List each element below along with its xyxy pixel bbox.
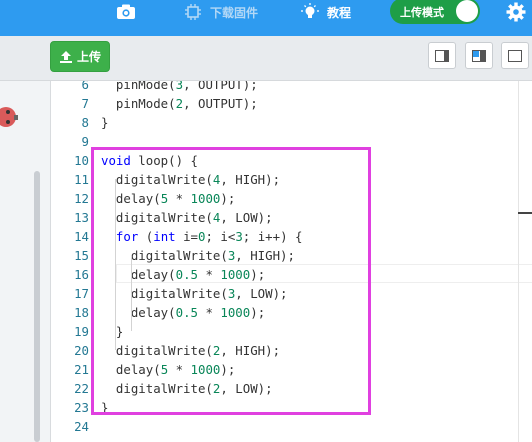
- camera-button[interactable]: [116, 0, 136, 24]
- line-number: 7: [81, 96, 89, 111]
- sprite-icon[interactable]: [0, 105, 20, 138]
- line-number: 18: [74, 305, 89, 320]
- tutorial-button[interactable]: 教程: [301, 0, 351, 24]
- line-number: 13: [74, 210, 89, 225]
- left-panel-scrollbar[interactable]: [34, 171, 40, 442]
- lightbulb-icon: [301, 3, 319, 21]
- line-number: 16: [74, 267, 89, 282]
- line-number: 21: [74, 362, 89, 377]
- line-number: 8: [81, 115, 89, 130]
- layout-right-panel-icon: [435, 49, 449, 62]
- line-number: 10: [74, 153, 89, 168]
- upload-icon: [59, 50, 73, 64]
- loop-function-highlight-box: [91, 147, 371, 415]
- gear-icon: [506, 2, 526, 22]
- layout-full-icon: [508, 49, 522, 62]
- line-number: 22: [74, 381, 89, 396]
- line-number: 24: [74, 419, 89, 434]
- code-editor[interactable]: 6 7 8 9 10 11 12 13 14 15 16 17 18 19 20 21 22 23 24 pinMo…: [51, 81, 532, 442]
- line-number: 19: [74, 324, 89, 339]
- line-number: 12: [74, 191, 89, 206]
- line-number: 14: [74, 229, 89, 244]
- cursor-position-marker: [518, 212, 532, 214]
- upload-mode-label: 上传模式: [400, 7, 444, 19]
- upload-mode-toggle[interactable]: 上传模式: [390, 0, 480, 24]
- code-line[interactable]: pinMode(2, OUTPUT);: [101, 94, 258, 113]
- download-firmware-button[interactable]: 下载固件: [184, 0, 258, 24]
- view-toggle-stage-button[interactable]: [428, 42, 456, 69]
- toggle-knob: [456, 0, 478, 22]
- upload-button[interactable]: 上传: [50, 41, 110, 72]
- tutorial-label: 教程: [327, 5, 352, 20]
- code-line[interactable]: pinMode(3, OUTPUT);: [101, 81, 258, 94]
- line-number: 15: [74, 248, 89, 263]
- line-number: 23: [74, 400, 89, 415]
- code-line[interactable]: }: [101, 113, 108, 132]
- editor-toolbar: 上传: [0, 36, 532, 81]
- chip-icon: [184, 3, 202, 21]
- left-panel: [0, 81, 51, 442]
- line-number: 20: [74, 343, 89, 358]
- overview-ruler: [518, 81, 519, 442]
- layout-split-icon: [472, 49, 486, 62]
- line-number: 9: [81, 134, 89, 149]
- line-number: 11: [74, 172, 89, 187]
- view-toggle-split-button[interactable]: [465, 42, 493, 69]
- line-number: 6: [81, 81, 89, 92]
- download-firmware-label: 下载固件: [210, 5, 259, 20]
- upload-label: 上传: [76, 50, 101, 64]
- line-number: 17: [74, 286, 89, 301]
- top-menu-bar: 下载固件 教程 上传模式: [0, 0, 532, 36]
- view-toggle-full-button[interactable]: [501, 42, 529, 69]
- settings-button[interactable]: [506, 0, 526, 24]
- camera-icon: [116, 4, 136, 20]
